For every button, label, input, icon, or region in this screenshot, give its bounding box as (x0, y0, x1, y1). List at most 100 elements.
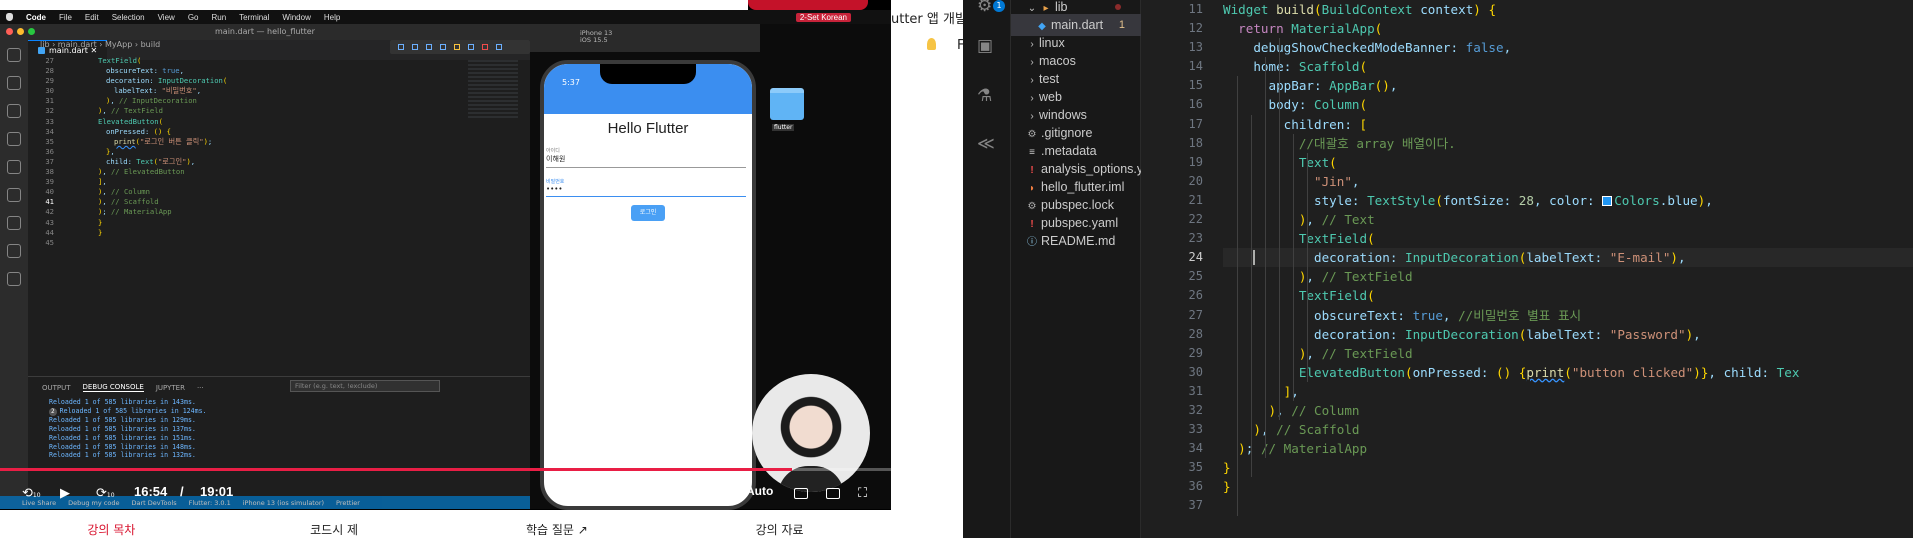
extensions-icon[interactable]: ▣ (977, 36, 997, 56)
code-line[interactable]: ElevatedButton(onPressed: () {print("but… (1223, 363, 1913, 382)
tab-questions[interactable]: 학습 질문 ↗ (446, 510, 669, 538)
tab-materials[interactable]: 강의 자료 (668, 510, 891, 538)
code-line[interactable]: ), // TextField (1223, 267, 1913, 286)
run-debug-icon (7, 132, 21, 146)
code-line[interactable]: TextField( (1223, 286, 1913, 305)
color-swatch[interactable] (1602, 195, 1613, 206)
recorded-code-editor: 27 TextField(28 obscureText: true, 29 decora… (28, 56, 438, 376)
current-time: 16:54 (134, 484, 168, 499)
testing-icon[interactable]: ⚗ (977, 86, 997, 106)
panel-filter-input: Filter (e.g. text, !exclude) (290, 380, 440, 392)
stop-icon (482, 44, 488, 50)
flutter-icon[interactable]: ≪ (977, 134, 997, 154)
code-line[interactable]: ); // MaterialApp (1223, 439, 1913, 458)
volume-icon[interactable]: ◀ (552, 486, 562, 501)
menu-file: File (59, 12, 72, 22)
line-number: 12 (1188, 21, 1203, 36)
recorded-code-line: 34 onPressed: () { (45, 126, 171, 136)
menu-code: Code (26, 12, 46, 22)
code-line[interactable]: obscureText: true, //비밀번호 별표 표시 (1223, 306, 1913, 325)
panel-more: ··· (196, 383, 204, 392)
hot-reload-icon (454, 44, 460, 50)
code-line[interactable]: Widget build(BuildContext context) { (1223, 0, 1913, 19)
indent-guide (1293, 133, 1294, 402)
forward-10-icon[interactable]: ⟳10 (96, 486, 115, 501)
rewind-10-icon[interactable]: ⟲10 (22, 486, 41, 501)
explorer-item[interactable]: ⓘ README.md (1011, 230, 1141, 252)
explorer-item-label: linux (1039, 36, 1065, 50)
code-line[interactable]: } (1223, 458, 1913, 477)
playback-speed[interactable]: 1x (696, 484, 710, 499)
code-line[interactable]: } (1223, 477, 1913, 496)
quality-selector[interactable]: Auto (746, 484, 773, 498)
console-line: Reloaded 1 of 585 libraries in 129ms. (49, 416, 196, 425)
code-line[interactable]: "Jin", (1223, 172, 1913, 191)
recorded-code-line: 39], (45, 177, 107, 187)
pause-icon (398, 44, 404, 50)
line-number: 32 (1188, 402, 1203, 417)
simulator-titlebar: iPhone 13 iOS 15.5 (530, 24, 760, 52)
theater-mode-icon[interactable] (826, 488, 840, 499)
code-line[interactable]: home: Scaffold( (1223, 57, 1913, 76)
fullscreen-icon[interactable]: ⛶ (858, 486, 867, 501)
line-number: 26 (1188, 288, 1203, 303)
menu-window: Window (282, 12, 311, 22)
id-field: 아이디 이해원 (546, 147, 746, 168)
top-red-button[interactable] (748, 0, 868, 10)
step-over-icon (412, 44, 418, 50)
code-line[interactable]: ), // Text (1223, 210, 1913, 229)
code-line[interactable]: ), // Scaffold (1223, 420, 1913, 439)
code-line[interactable]: return MaterialApp( (1223, 19, 1913, 38)
code-line[interactable]: decoration: InputDecoration(labelText: "… (1223, 325, 1913, 344)
panel-tab-output: OUTPUT (42, 383, 71, 392)
phone-notch (600, 64, 696, 84)
code-line[interactable]: decoration: InputDecoration(labelText: "… (1223, 248, 1913, 268)
video-progress-bar[interactable] (0, 468, 891, 471)
line-number: 37 (1188, 498, 1203, 513)
recorded-code-line: 44} (45, 227, 103, 237)
menu-edit: Edit (84, 12, 99, 22)
code-line[interactable]: Text( (1223, 153, 1913, 172)
recorded-code-line: 30 labelText: "비밀번호", (45, 86, 202, 96)
info-file-icon: ⓘ (1027, 237, 1037, 248)
code-line[interactable]: ], (1223, 382, 1913, 401)
subtitles-icon[interactable] (794, 488, 808, 499)
activity-bar: ⚙ 1 ▣ ⚗ ≪ (963, 0, 1011, 538)
zoom-dot-icon (28, 28, 35, 35)
debug-console-output: Reloaded 1 of 585 libraries in 143ms. 2 Re… (28, 398, 530, 460)
code-line[interactable]: body: Column( (1223, 95, 1913, 114)
window-traffic-lights (6, 28, 35, 35)
code-line[interactable]: appBar: AppBar(), (1223, 76, 1913, 95)
volume-slider[interactable] (577, 493, 668, 496)
code-line[interactable] (1223, 496, 1913, 515)
code-line[interactable]: children: [ (1223, 115, 1913, 134)
tab-code[interactable]: 코드시 제 (223, 510, 446, 538)
debug-toolbar (390, 40, 530, 54)
line-number: 17 (1188, 116, 1203, 131)
explorer-item-label: README.md (1041, 234, 1116, 248)
video-player[interactable]: Code File Edit Selection View Go Run Ter… (0, 0, 891, 538)
testing-icon (7, 188, 21, 202)
tab-lecture-contents[interactable]: 강의 목차 (0, 510, 223, 538)
explorer-item-label: test (1039, 72, 1060, 86)
code-line[interactable]: ), // Column (1223, 401, 1913, 420)
app-title: Hello Flutter (607, 120, 689, 137)
explorer-item-label: pubspec.yaml (1041, 216, 1119, 230)
code-line[interactable]: TextField( (1223, 229, 1913, 248)
code-line[interactable]: debugShowCheckedModeBanner: false, (1223, 38, 1913, 57)
password-field-label: 비밀번호 (546, 179, 565, 185)
play-icon[interactable]: ▶ (60, 486, 70, 501)
indent-guide (1307, 152, 1308, 382)
recorded-code-line: 27 TextField( (45, 56, 142, 65)
files-icon (7, 48, 21, 62)
code-line[interactable]: ), // TextField (1223, 344, 1913, 363)
console-line: Reloaded 1 of 585 libraries in 132ms. (49, 451, 196, 460)
inspect-icon (496, 44, 502, 50)
code-editor[interactable]: Widget build(BuildContext context) { ret… (1223, 0, 1913, 538)
apple-icon (6, 13, 13, 21)
menubar-status: 2-Set Korean (795, 12, 891, 22)
code-line[interactable]: style: TextStyle(fontSize: 28, color: Co… (1223, 191, 1913, 210)
duration: 19:01 (200, 484, 234, 499)
line-number: 13 (1188, 40, 1203, 55)
code-line[interactable]: //대괄호 array 배열이다. (1223, 134, 1913, 153)
